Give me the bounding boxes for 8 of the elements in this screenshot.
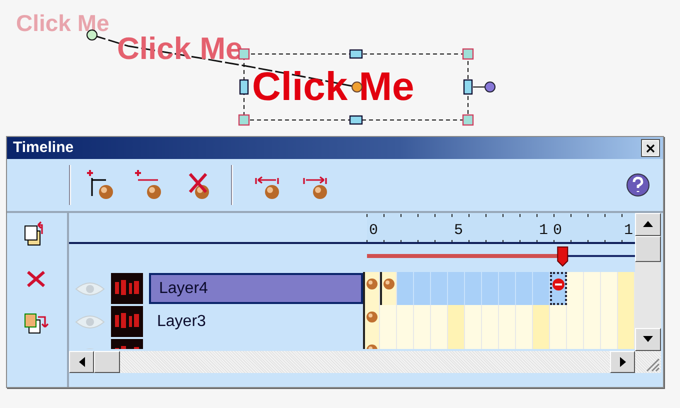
ruler-label: 0	[369, 222, 384, 239]
ruler-label: 5	[454, 222, 468, 239]
panel-title: Timeline	[13, 138, 74, 158]
layer-name[interactable]: Layer4	[149, 273, 363, 304]
ruler-label: 1	[624, 222, 635, 239]
ruler-label: 10	[539, 222, 568, 239]
canvas-text[interactable]: Click Me	[252, 67, 414, 107]
layer-name[interactable]: Layer3	[149, 306, 363, 337]
